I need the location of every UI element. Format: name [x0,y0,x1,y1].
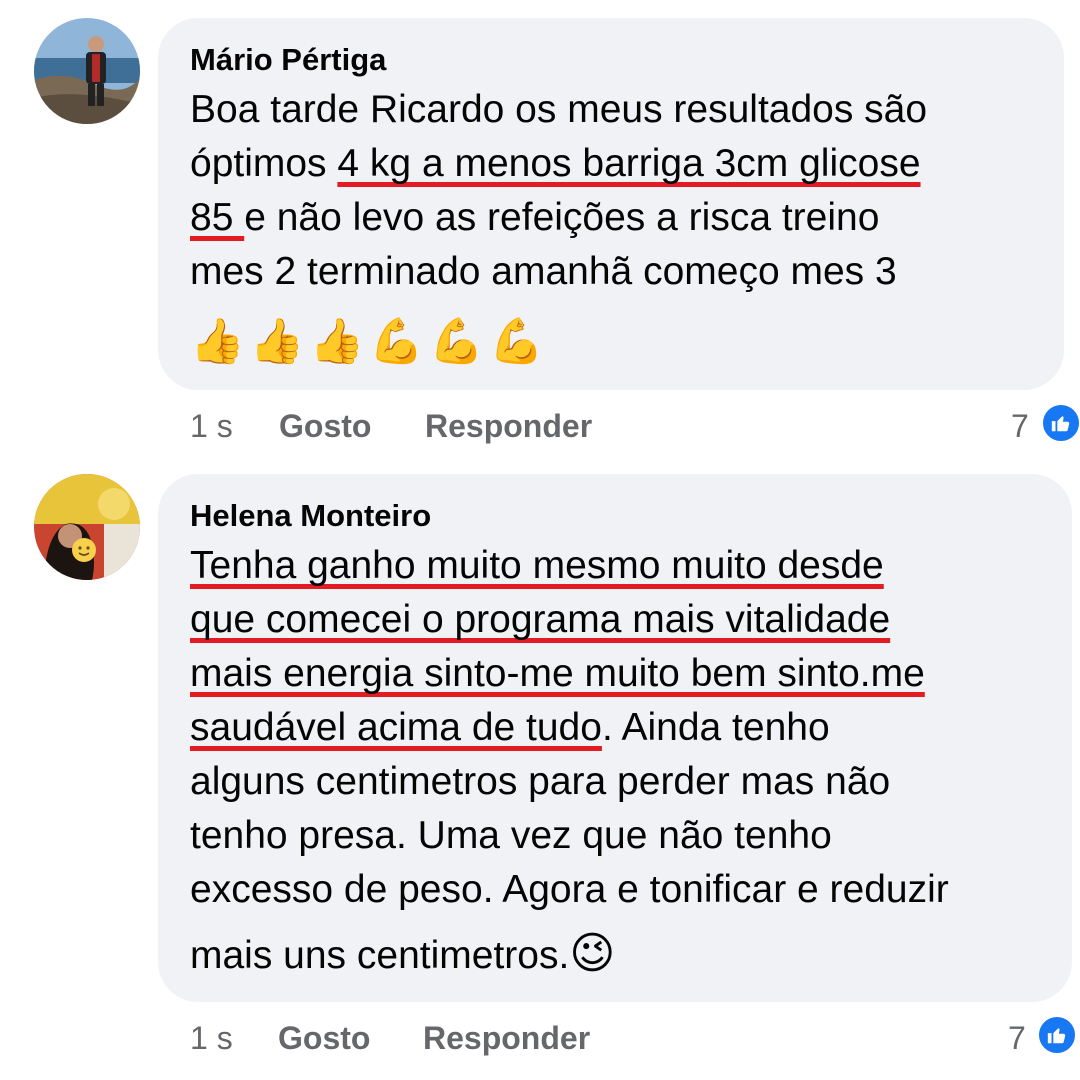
comment-text-line: óptimos 4 kg a menos barriga 3cm glicose [190,138,921,190]
highlighted-text: 4 kg a menos barriga 3cm glicose [337,142,921,185]
comment-text-line: excesso de peso. Agora e tonificar e red… [190,868,949,911]
avatar[interactable] [34,474,140,580]
text: mais uns centimetros. [190,934,570,977]
like-reaction-icon[interactable] [1036,1014,1078,1056]
comment-author[interactable]: Helena Monteiro [190,498,431,534]
thumbs-up-emoji: 👍 [249,317,305,366]
flexed-biceps-emoji: 💪 [429,317,484,366]
avatar[interactable] [34,18,140,124]
comment-text-line: saudável acima de tudo. Ainda tenho [190,702,830,754]
highlighted-text: Tenha ganho muito mesmo muito desde [190,544,884,587]
flexed-biceps-emoji: 💪 [369,317,425,366]
highlighted-text: que comecei o programa mais vitalidade [190,598,891,641]
thumbs-up-icon [1047,1028,1066,1044]
comment-text-line: mes 2 terminado amanhã começo mes 3 [190,246,897,298]
highlighted-text: saudável acima de tudo [190,706,602,749]
comment-text-line: tenho presa. Uma vez que não tenho [190,814,832,857]
thumbs-up-icon [1051,416,1070,432]
comment-time[interactable]: 1 s [190,1018,233,1058]
like-button[interactable]: Gosto [279,406,371,446]
winking-face-emoji: 😉 [569,929,616,978]
like-button[interactable]: Gosto [278,1018,370,1058]
highlighted-text: mais energia sinto-me muito bem sinto.me [190,652,925,695]
flexed-biceps-emoji: 💪 [488,317,544,366]
reply-button[interactable]: Responder [425,406,592,446]
text: Boa tarde Ricardo os meus resultados são [190,88,928,131]
text: mes 2 terminado amanhã começo mes 3 [190,250,897,293]
text: e não levo as refeições a risca treino [244,196,880,239]
reaction-count[interactable]: 7 [1008,1018,1026,1058]
comment-author[interactable]: Mário Pértiga [190,42,386,78]
comment-text-line: mais uns centimetros.😉 [190,928,615,982]
comment-text-line: alguns centimetros para perder mas não [190,760,891,803]
text: óptimos [190,142,338,185]
comment-time[interactable]: 1 s [190,406,233,446]
reply-button[interactable]: Responder [423,1018,590,1058]
thumbs-up-emoji: 👍 [309,317,365,366]
text: . Ainda tenho [601,706,830,749]
highlighted-text: 85 [190,196,245,239]
comment-text-line: Boa tarde Ricardo os meus resultados são [190,84,927,136]
emoji-row: 👍 👍 👍 💪 💪 💪 [190,316,544,368]
reaction-count[interactable]: 7 [1011,406,1029,446]
comment-text-line: 85 e não levo as refeições a risca trein… [190,192,879,244]
like-reaction-icon[interactable] [1040,402,1080,444]
thumbs-up-emoji: 👍 [190,317,245,366]
